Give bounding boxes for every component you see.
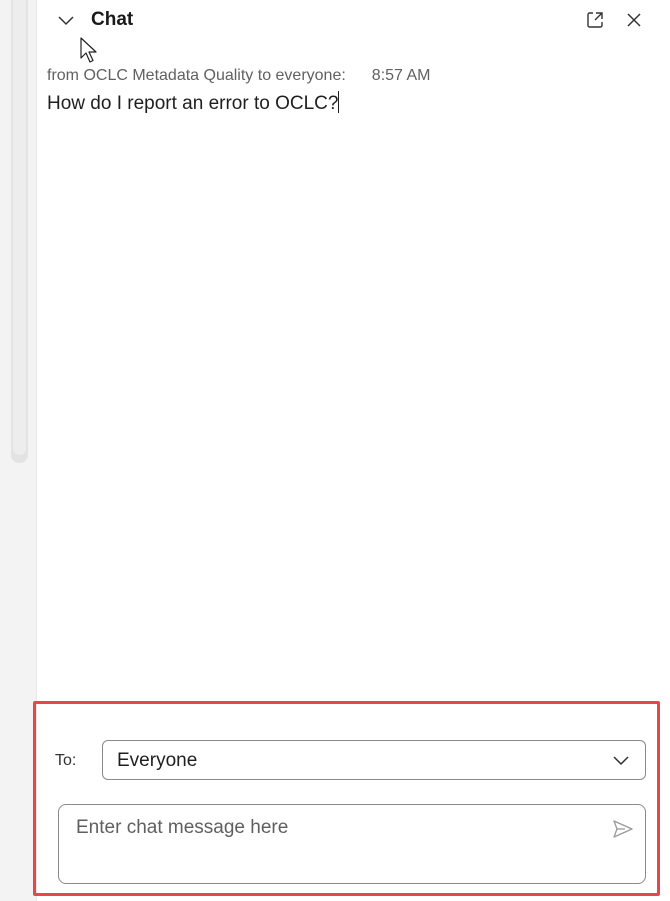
chat-message-input[interactable]: Enter chat message here — [58, 804, 646, 884]
popout-button[interactable] — [585, 10, 605, 30]
close-button[interactable] — [624, 10, 644, 30]
message-text: How do I report an error to OCLC? — [47, 93, 339, 114]
panel-title: Chat — [91, 9, 134, 30]
chat-panel-header: Chat — [37, 0, 670, 42]
text-caret — [338, 91, 340, 113]
send-button[interactable] — [612, 819, 634, 839]
to-label: To: — [55, 752, 77, 769]
chevron-down-icon — [613, 756, 629, 766]
left-edge-strip — [0, 0, 37, 901]
chat-message: from OCLC Metadata Quality to everyone: 8… — [47, 67, 647, 115]
chevron-down-icon — [58, 16, 74, 26]
send-icon — [613, 820, 633, 838]
recipient-dropdown[interactable]: Everyone — [102, 740, 646, 780]
recipient-value: Everyone — [117, 750, 198, 771]
scrollbar-thumb[interactable] — [13, 0, 26, 455]
message-sender: from OCLC Metadata Quality to everyone: — [47, 67, 346, 84]
close-icon — [627, 13, 641, 27]
message-text-line: How do I report an error to OCLC? — [47, 91, 647, 115]
message-meta: from OCLC Metadata Quality to everyone: 8… — [47, 67, 647, 85]
message-time: 8:57 AM — [371, 67, 431, 84]
collapse-chat-button[interactable] — [57, 12, 75, 30]
mouse-pointer-icon — [80, 37, 97, 63]
message-placeholder: Enter chat message here — [76, 817, 289, 838]
popout-icon — [587, 12, 603, 28]
scrollbar[interactable] — [11, 0, 28, 463]
